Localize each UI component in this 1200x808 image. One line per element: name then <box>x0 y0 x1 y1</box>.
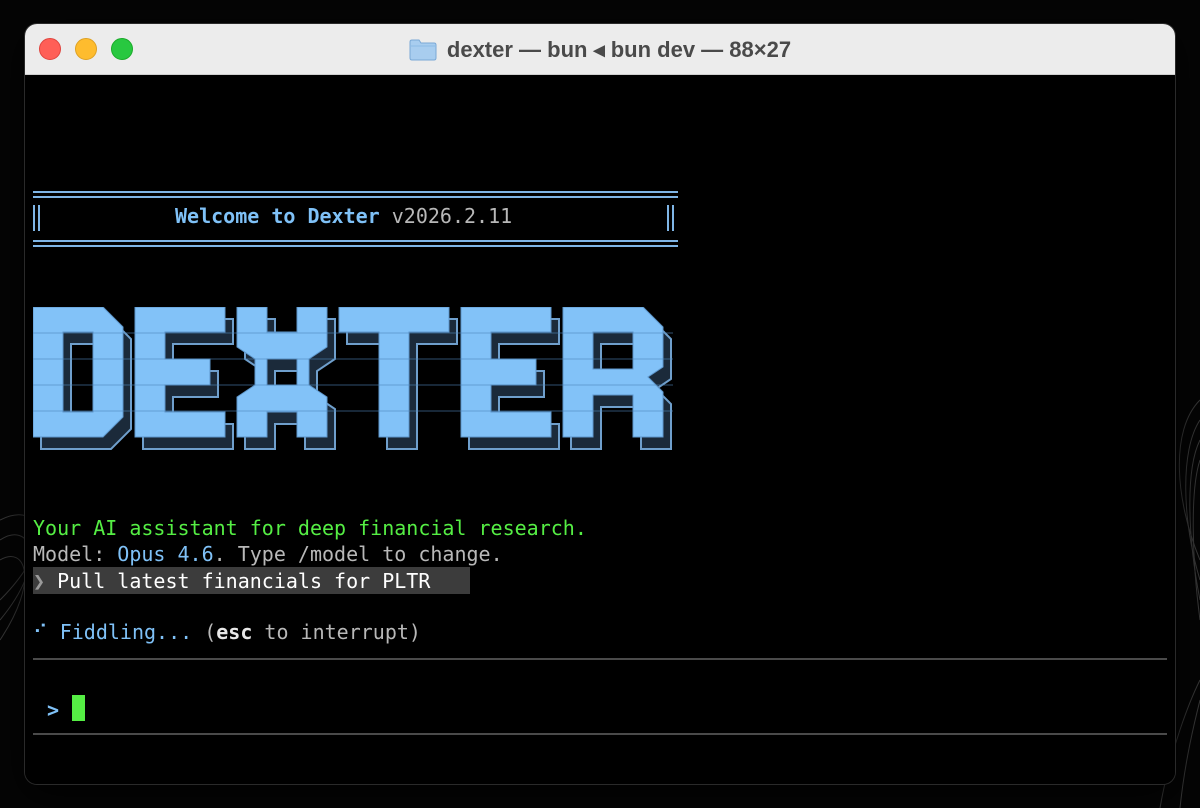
model-suffix: . Type /model to change. <box>213 542 503 566</box>
welcome-box-left-border <box>33 205 40 231</box>
welcome-box-right-border <box>667 205 674 231</box>
input-bottom-divider <box>33 733 1167 735</box>
welcome-banner: Welcome to Dexter v2026.2.11 <box>175 204 512 228</box>
welcome-label: Welcome to Dexter <box>175 204 380 228</box>
query-text: Pull latest financials for PLTR <box>45 569 443 593</box>
text-cursor[interactable] <box>72 695 85 721</box>
window-title: dexter — bun ◂ bun dev — 88×27 <box>25 24 1175 75</box>
input-top-divider <box>33 658 1167 660</box>
terminal-content[interactable]: Welcome to Dexter v2026.2.11 Your AI ass… <box>25 75 1175 784</box>
welcome-box-bottom-border <box>33 240 678 247</box>
folder-icon <box>409 39 437 60</box>
input-prompt-symbol: > <box>47 698 60 722</box>
model-line: Model: Opus 4.6. Type /model to change. <box>33 542 503 566</box>
status-key: esc <box>216 620 253 644</box>
window-title-text: dexter — bun ◂ bun dev — 88×27 <box>446 36 792 62</box>
terminal-window: dexter — bun ◂ bun dev — 88×27 Welcome t… <box>25 24 1175 784</box>
chevron-right-icon: ❯ <box>33 569 46 593</box>
submitted-query: ❯ Pull latest financials for PLTR <box>33 569 442 593</box>
title-bar[interactable]: dexter — bun ◂ bun dev — 88×27 <box>25 24 1175 75</box>
version-label: v2026.2.11 <box>379 204 513 228</box>
status-line: ⠊ Fiddling... (esc to interrupt) <box>33 620 421 644</box>
model-name: Opus 4.6 <box>117 542 214 566</box>
welcome-box-top-border <box>33 191 678 198</box>
tagline: Your AI assistant for deep financial res… <box>33 516 587 540</box>
status-open: ( <box>192 620 217 644</box>
spinner-icon: ⠊ <box>33 620 48 644</box>
model-prefix: Model: <box>33 542 118 566</box>
status-verb: Fiddling... <box>47 620 193 644</box>
status-rest: to interrupt) <box>252 620 421 644</box>
dexter-logo <box>33 307 673 450</box>
